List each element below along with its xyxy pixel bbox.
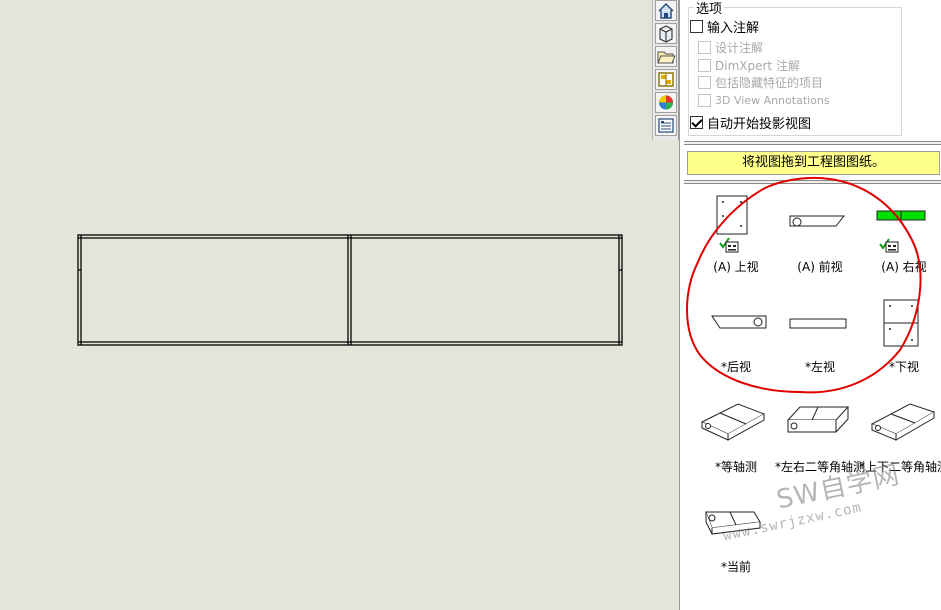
design-annotations-checkbox — [698, 41, 711, 54]
appearance-sphere-icon[interactable] — [655, 92, 677, 113]
panel-splitter[interactable] — [684, 141, 941, 145]
view-current[interactable]: *当前 — [694, 492, 778, 587]
view-current-thumbnail — [705, 511, 761, 535]
3d-view-annotations-checkbox — [698, 94, 711, 107]
include-hidden-label: 包括隐藏特征的项目 — [715, 76, 824, 90]
view-top[interactable]: (A) 上视 — [694, 192, 778, 287]
view-bottom[interactable]: *下视 — [862, 292, 941, 387]
dimxpert-annotations-option: DimXpert 注解 — [698, 57, 800, 74]
dimxpert-annotations-checkbox — [698, 59, 711, 72]
part-model-icon[interactable] — [655, 23, 677, 44]
options-group-title: 选项 — [694, 0, 725, 17]
view-top-label: (A) 上视 — [713, 260, 759, 274]
view-palette-panel: 选项 输入注解 设计注解 DimXpert 注解 包括隐藏特征的项目 3D Vi… — [679, 0, 941, 610]
view-left-label: *左视 — [804, 360, 835, 374]
view-palette-icon[interactable] — [655, 69, 677, 90]
3d-view-annotations-option: 3D View Annotations — [698, 94, 830, 107]
design-annotations-label: 设计注解 — [715, 41, 764, 55]
view-back-label: *后视 — [720, 360, 751, 374]
drawing-view-outline[interactable] — [0, 0, 652, 610]
dimxpert-annotations-label: DimXpert 注解 — [715, 59, 800, 73]
view-left[interactable]: *左视 — [778, 292, 862, 387]
include-hidden-option: 包括隐藏特征的项目 — [698, 74, 823, 91]
property-manager-tabs — [652, 0, 679, 140]
view-isometric-label: *等轴测 — [714, 460, 757, 474]
view-trimetric-thumbnail — [870, 403, 936, 441]
view-bottom-label: *下视 — [888, 360, 919, 374]
auto-start-projection-option[interactable]: 自动开始投影视图 — [690, 113, 811, 132]
view-top-thumbnail — [716, 195, 748, 253]
design-annotations-option: 设计注解 — [698, 39, 763, 56]
view-back[interactable]: *后视 — [694, 292, 778, 387]
view-dimetric-label: *左右二等角轴测 — [774, 460, 865, 474]
panel-splitter-lower[interactable] — [684, 180, 941, 184]
view-back-thumbnail — [711, 315, 767, 329]
import-annotations-label: 输入注解 — [707, 21, 760, 36]
view-front-label: (A) 前视 — [797, 260, 843, 274]
view-trimetric-label: *上下二等角轴测 — [858, 460, 941, 474]
import-annotations-checkbox[interactable] — [690, 20, 703, 33]
view-trimetric[interactable]: *上下二等角轴测 — [859, 392, 941, 487]
view-isometric[interactable]: *等轴测 — [694, 392, 778, 487]
home-icon[interactable] — [655, 0, 677, 21]
auto-start-projection-checkbox[interactable] — [690, 116, 703, 129]
view-current-label: *当前 — [720, 560, 751, 574]
view-front-thumbnail — [789, 215, 846, 227]
view-bottom-thumbnail — [883, 299, 919, 347]
import-annotations-option[interactable]: 输入注解 — [690, 17, 759, 36]
view-dimetric-thumbnail — [786, 406, 850, 433]
view-isometric-thumbnail — [700, 403, 766, 441]
3d-view-annotations-label: 3D View Annotations — [715, 94, 830, 107]
view-dimetric[interactable]: *左右二等角轴测 — [775, 392, 865, 487]
view-right-thumbnail — [876, 210, 926, 253]
view-right-label: (A) 右视 — [881, 260, 927, 274]
view-right[interactable]: (A) 右视 — [862, 192, 941, 287]
view-front[interactable]: (A) 前视 — [778, 192, 862, 287]
property-list-icon[interactable] — [655, 115, 677, 136]
folder-open-icon[interactable] — [655, 46, 677, 67]
drawing-sheet[interactable] — [0, 0, 652, 610]
include-hidden-checkbox — [698, 76, 711, 89]
auto-start-projection-label: 自动开始投影视图 — [707, 117, 812, 132]
drag-hint-banner: 将视图拖到工程图图纸。 — [687, 151, 940, 175]
view-left-thumbnail — [789, 318, 847, 329]
